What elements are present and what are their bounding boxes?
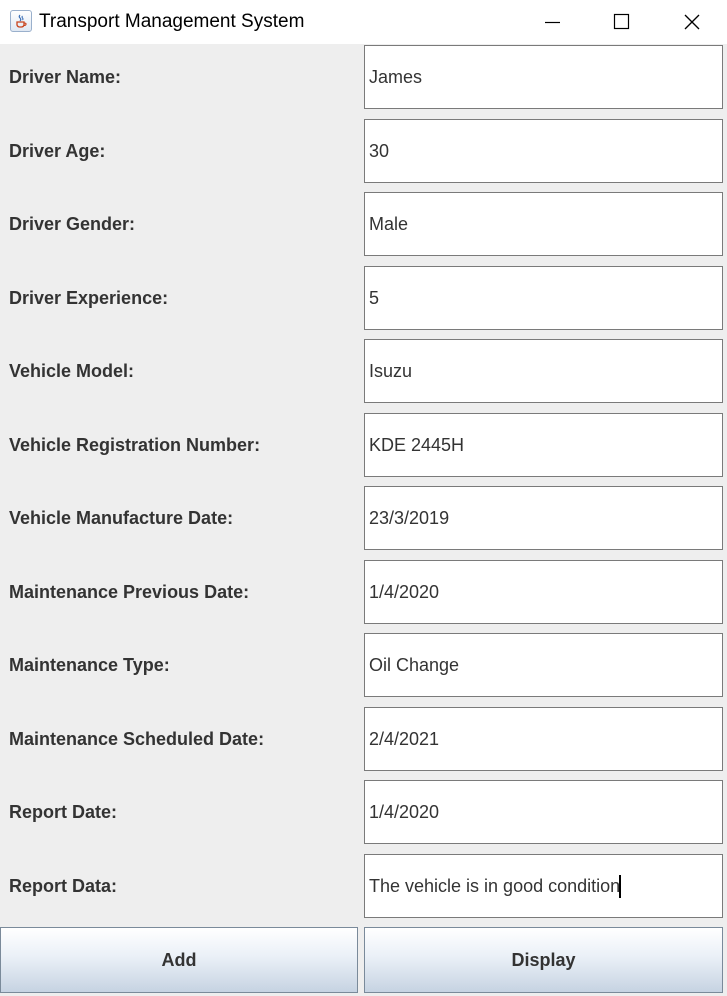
driver-age-input[interactable] — [364, 119, 723, 183]
form-row-driver-gender: Driver Gender: — [0, 192, 727, 256]
close-button[interactable] — [669, 0, 715, 44]
close-icon — [684, 14, 700, 30]
maintenance-previous-date-label: Maintenance Previous Date: — [9, 582, 250, 602]
form-row-vehicle-registration-number: Vehicle Registration Number: — [0, 413, 727, 477]
driver-experience-label: Driver Experience: — [9, 288, 169, 308]
vehicle-manufacture-date-input[interactable] — [364, 486, 723, 550]
display-button[interactable]: Display — [364, 927, 723, 993]
report-date-input[interactable] — [364, 780, 723, 844]
title-bar[interactable]: Transport Management System — [0, 0, 727, 44]
form-row-driver-experience: Driver Experience: — [0, 266, 727, 330]
maintenance-previous-date-input[interactable] — [364, 560, 723, 624]
vehicle-model-input[interactable] — [364, 339, 723, 403]
vehicle-model-label: Vehicle Model: — [9, 361, 135, 381]
maximize-icon — [613, 13, 630, 30]
report-data-label: Report Data: — [9, 876, 118, 896]
driver-name-label: Driver Name: — [9, 67, 122, 87]
maintenance-type-input[interactable] — [364, 633, 723, 697]
form-row-report-data: Report Data: — [0, 854, 727, 918]
maintenance-scheduled-date-input[interactable] — [364, 707, 723, 771]
driver-gender-label: Driver Gender: — [9, 214, 136, 234]
driver-age-label: Driver Age: — [9, 141, 106, 161]
maintenance-scheduled-date-label: Maintenance Scheduled Date: — [9, 729, 265, 749]
driver-experience-input[interactable] — [364, 266, 723, 330]
vehicle-registration-number-label: Vehicle Registration Number: — [9, 435, 261, 455]
text-caret — [619, 875, 621, 898]
app-window: Transport Management System Driver Name:… — [0, 0, 727, 996]
report-date-label: Report Date: — [9, 802, 118, 822]
form-row-maintenance-type: Maintenance Type: — [0, 633, 727, 697]
maximize-button[interactable] — [598, 0, 644, 44]
form-row-maintenance-previous-date: Maintenance Previous Date: — [0, 560, 727, 624]
driver-gender-input[interactable] — [364, 192, 723, 256]
form-row-driver-name: Driver Name: — [0, 45, 727, 109]
window-title: Transport Management System — [39, 11, 305, 32]
form-row-maintenance-scheduled-date: Maintenance Scheduled Date: — [0, 707, 727, 771]
form-row-report-date: Report Date: — [0, 780, 727, 844]
java-coffee-icon — [10, 10, 32, 32]
form-row-vehicle-manufacture-date: Vehicle Manufacture Date: — [0, 486, 727, 550]
add-button[interactable]: Add — [0, 927, 358, 993]
vehicle-manufacture-date-label: Vehicle Manufacture Date: — [9, 508, 234, 528]
driver-name-input[interactable] — [364, 45, 723, 109]
report-data-input[interactable] — [364, 854, 723, 918]
form-row-driver-age: Driver Age: — [0, 119, 727, 183]
form-row-vehicle-model: Vehicle Model: — [0, 339, 727, 403]
maintenance-type-label: Maintenance Type: — [9, 655, 170, 675]
vehicle-registration-number-input[interactable] — [364, 413, 723, 477]
minimize-icon — [545, 21, 560, 24]
minimize-button[interactable] — [529, 0, 575, 44]
